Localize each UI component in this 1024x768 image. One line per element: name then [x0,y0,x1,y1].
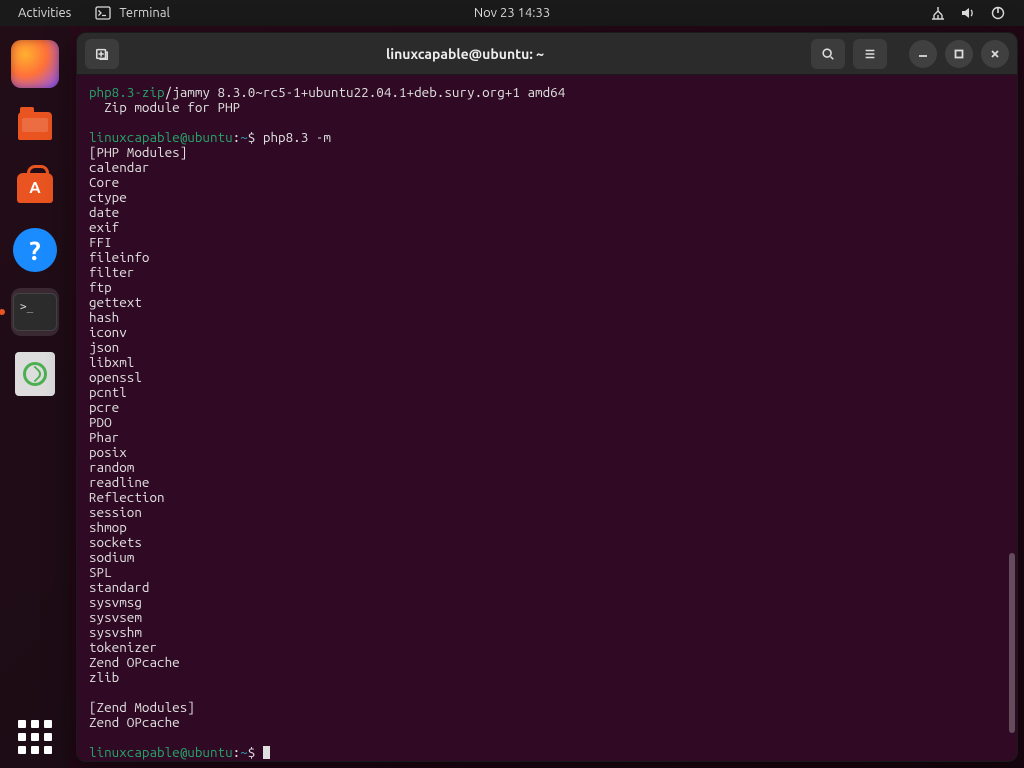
power-icon[interactable] [990,5,1006,21]
dock-files[interactable] [11,102,59,150]
dock: ? >_ [0,26,70,768]
hamburger-menu-button[interactable] [853,39,887,69]
network-icon[interactable] [930,5,946,21]
volume-icon[interactable] [960,5,976,21]
gnome-top-bar: Activities Terminal Nov 23 14:33 [0,0,1024,26]
search-icon [821,47,835,61]
scrollbar-thumb[interactable] [1009,553,1015,733]
dock-terminal[interactable]: >_ [11,288,59,336]
activities-button[interactable]: Activities [18,6,71,20]
topbar-app-label: Terminal [119,6,170,20]
cursor [263,746,270,759]
terminal-window: linuxcapable@ubuntu: ~ php8.3-zip/jammy … [76,32,1018,762]
hamburger-icon [863,47,877,61]
terminal-content[interactable]: php8.3-zip/jammy 8.3.0~rc5-1+ubuntu22.04… [77,75,1017,761]
clock[interactable]: Nov 23 14:33 [474,6,550,20]
terminal-icon [95,5,111,21]
new-tab-button[interactable] [85,39,119,69]
minimize-button[interactable] [909,40,937,68]
desktop: ? >_ Terminal linuxcapable@ubuntu: ~ [0,26,1024,768]
dock-help[interactable]: ? [11,226,59,274]
topbar-app-menu[interactable]: Terminal [95,5,170,21]
maximize-icon [953,48,965,60]
new-tab-icon [95,47,109,61]
close-button[interactable] [981,40,1009,68]
window-header: linuxcapable@ubuntu: ~ [77,33,1017,75]
window-title: linuxcapable@ubuntu: ~ [127,46,803,62]
search-button[interactable] [811,39,845,69]
show-applications-button[interactable] [18,720,52,754]
close-icon [989,48,1001,60]
dock-firefox[interactable] [11,40,59,88]
dock-trash[interactable] [11,350,59,398]
maximize-button[interactable] [945,40,973,68]
dock-software[interactable] [11,164,59,212]
minimize-icon [917,48,929,60]
